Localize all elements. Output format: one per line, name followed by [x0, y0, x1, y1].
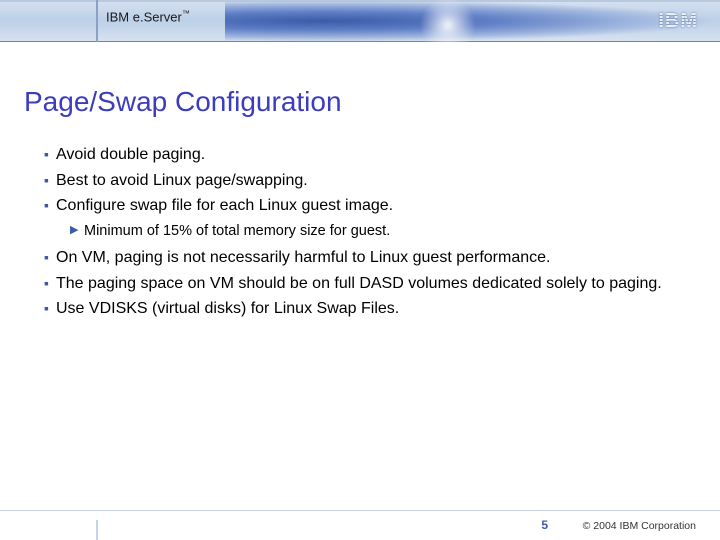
bullet-icon: ▪ — [44, 247, 56, 269]
sub-bullet-icon: ▶ — [70, 221, 84, 241]
bullet-text: Configure swap file for each Linux guest… — [56, 195, 684, 217]
sub-bullet-item: ▶ Minimum of 15% of total memory size fo… — [70, 221, 684, 241]
bullet-icon: ▪ — [44, 273, 56, 295]
header-divider — [96, 0, 98, 42]
bullet-text: On VM, paging is not necessarily harmful… — [56, 247, 684, 269]
bullet-item: ▪ Configure swap file for each Linux gue… — [44, 195, 684, 217]
brand-thin: Server — [144, 9, 182, 24]
page-number: 5 — [541, 518, 548, 532]
bullet-icon: ▪ — [44, 195, 56, 217]
ibm-logo-icon: IBM — [658, 10, 698, 33]
bullet-icon: ▪ — [44, 144, 56, 166]
bullet-text: Use VDISKS (virtual disks) for Linux Swa… — [56, 298, 684, 320]
footer-divider — [96, 520, 98, 540]
brand-text: IBM e.Server™ — [106, 9, 190, 24]
copyright-text: © 2004 IBM Corporation — [583, 520, 696, 532]
bullet-item: ▪ On VM, paging is not necessarily harmf… — [44, 247, 684, 269]
bullet-icon: ▪ — [44, 298, 56, 320]
sub-bullet-text: Minimum of 15% of total memory size for … — [84, 221, 684, 241]
slide: IBM e.Server™ IBM Page/Swap Configuratio… — [0, 0, 720, 540]
bullet-item: ▪ Use VDISKS (virtual disks) for Linux S… — [44, 298, 684, 320]
bullet-text: The paging space on VM should be on full… — [56, 273, 684, 295]
bullet-item: ▪ The paging space on VM should be on fu… — [44, 273, 684, 295]
bullet-item: ▪ Best to avoid Linux page/swapping. — [44, 170, 684, 192]
brand-prefix: IBM e. — [106, 9, 144, 24]
brand-tm: ™ — [182, 9, 190, 18]
bullet-text: Best to avoid Linux page/swapping. — [56, 170, 684, 192]
bullet-icon: ▪ — [44, 170, 56, 192]
header-swoosh-graphic — [225, 0, 720, 42]
bullet-item: ▪ Avoid double paging. — [44, 144, 684, 166]
footer-bar: 5 © 2004 IBM Corporation — [0, 510, 720, 540]
content-body: ▪ Avoid double paging. ▪ Best to avoid L… — [44, 144, 684, 324]
header-bar: IBM e.Server™ IBM — [0, 0, 720, 42]
bullet-text: Avoid double paging. — [56, 144, 684, 166]
page-title: Page/Swap Configuration — [24, 86, 342, 118]
